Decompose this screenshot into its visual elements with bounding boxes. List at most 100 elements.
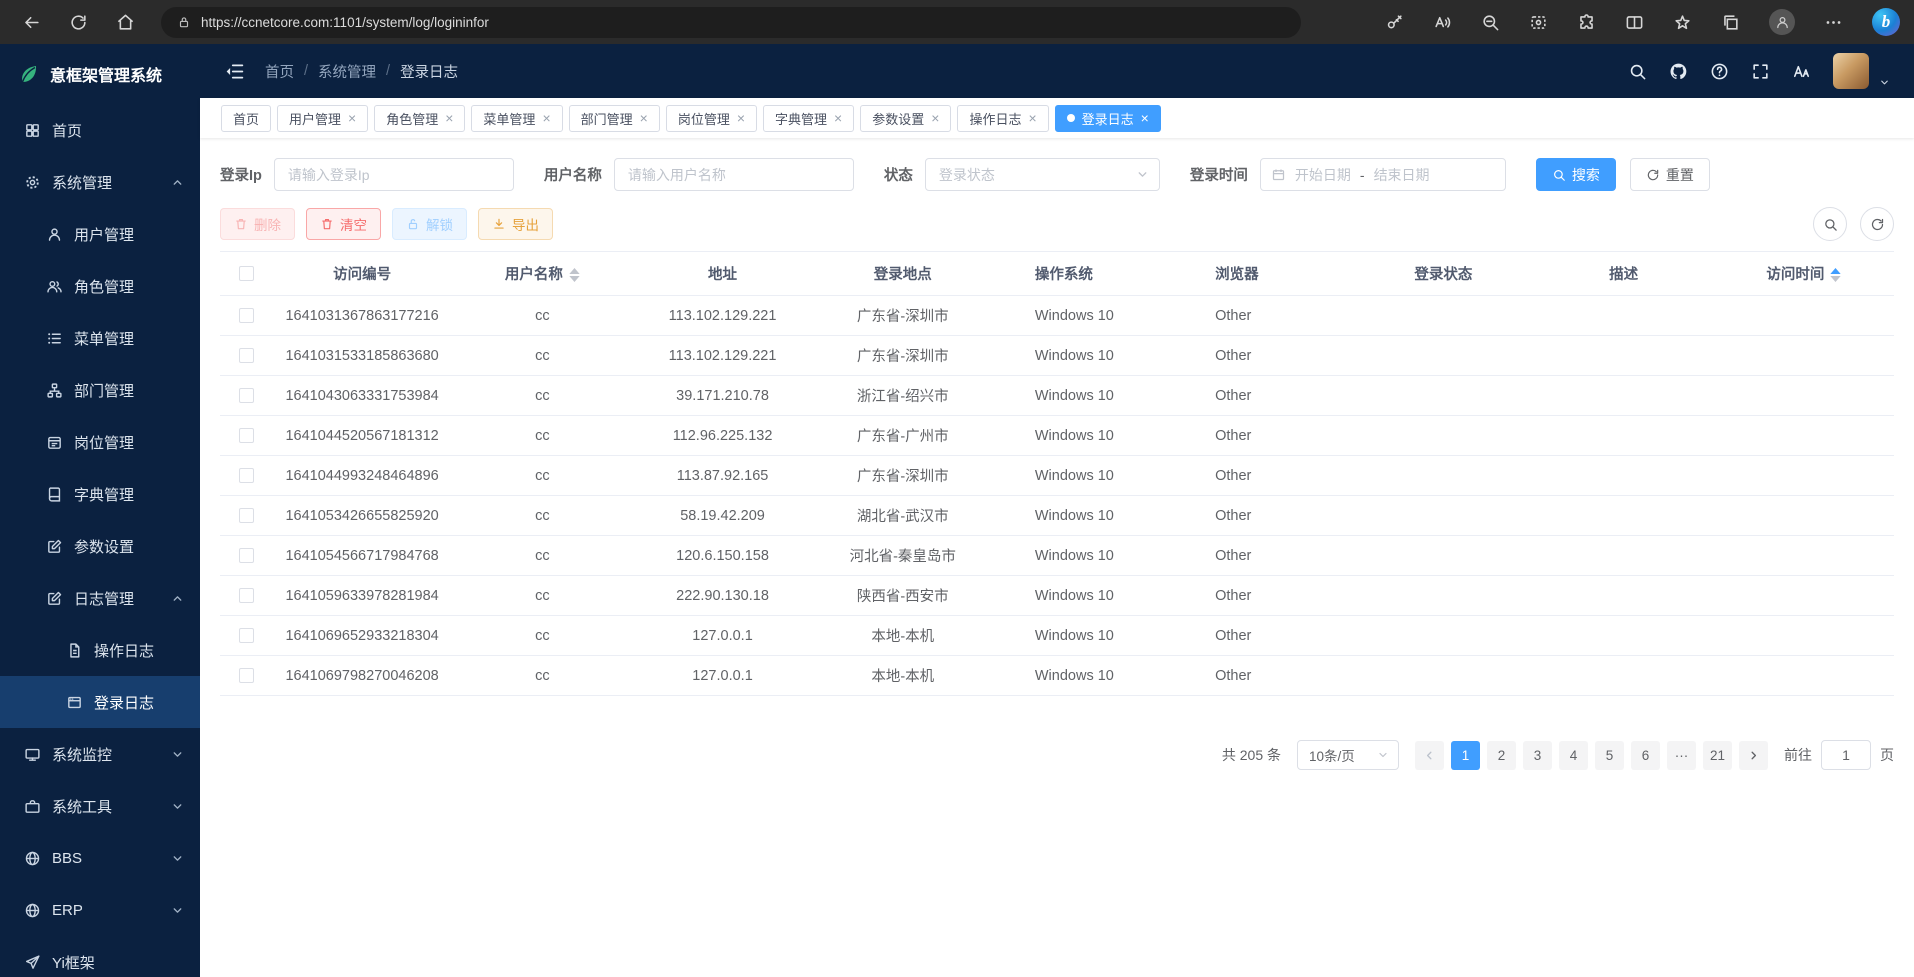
menu-fold-icon[interactable]	[224, 61, 245, 82]
sidebar-item-operation-log[interactable]: 操作日志	[0, 624, 200, 676]
sidebar-item-system-mgmt[interactable]: 系统管理	[0, 156, 200, 208]
header-username[interactable]: 用户名称	[452, 252, 632, 296]
breadcrumb-system[interactable]: 系统管理	[318, 61, 376, 82]
toggle-search-button[interactable]	[1813, 207, 1847, 241]
table-row[interactable]: 1641069798270046208 cc 127.0.0.1 本地-本机 W…	[220, 656, 1894, 696]
browser-menu-icon[interactable]	[1824, 13, 1843, 32]
breadcrumb-home[interactable]: 首页	[265, 61, 294, 82]
sidebar-item-erp[interactable]: ERP	[0, 884, 200, 936]
table-row[interactable]: 1641053426655825920 cc 58.19.42.209 湖北省-…	[220, 496, 1894, 536]
tab-parameters[interactable]: 参数设置	[860, 105, 951, 132]
prev-page-button[interactable]	[1415, 741, 1444, 770]
table-row[interactable]: 1641044993248464896 cc 113.87.92.165 广东省…	[220, 456, 1894, 496]
row-checkbox[interactable]	[239, 308, 254, 323]
tab-login-log[interactable]: 登录日志	[1055, 105, 1161, 132]
address-bar[interactable]: https://ccnetcore.com:1101/system/log/lo…	[161, 7, 1301, 38]
reload-icon[interactable]	[69, 13, 88, 32]
help-icon[interactable]	[1710, 62, 1729, 81]
export-button[interactable]: 导出	[478, 208, 553, 240]
github-icon[interactable]	[1669, 62, 1688, 81]
close-icon[interactable]	[640, 111, 648, 125]
table-row[interactable]: 1641043063331753984 cc 39.171.210.78 浙江省…	[220, 376, 1894, 416]
page-button-last[interactable]: 21	[1703, 741, 1732, 770]
sidebar-item-yi-framework[interactable]: Yi框架	[0, 936, 200, 977]
refresh-table-button[interactable]	[1860, 207, 1894, 241]
zoom-out-icon[interactable]	[1481, 13, 1500, 32]
user-avatar[interactable]	[1833, 53, 1869, 89]
table-row[interactable]: 1641069652933218304 cc 127.0.0.1 本地-本机 W…	[220, 616, 1894, 656]
tab-users[interactable]: 用户管理	[277, 105, 368, 132]
row-checkbox[interactable]	[239, 508, 254, 523]
goto-page-input[interactable]	[1821, 740, 1871, 770]
sidebar-item-param-settings[interactable]: 参数设置	[0, 520, 200, 572]
browser-home-icon[interactable]	[116, 13, 135, 32]
fullscreen-icon[interactable]	[1751, 62, 1770, 81]
unlock-button[interactable]: 解锁	[392, 208, 467, 240]
page-button-2[interactable]: 2	[1487, 741, 1516, 770]
tab-operation-log[interactable]: 操作日志	[957, 105, 1048, 132]
tab-departments[interactable]: 部门管理	[569, 105, 660, 132]
close-icon[interactable]	[737, 111, 745, 125]
extensions-icon[interactable]	[1577, 13, 1596, 32]
browser-profile-avatar[interactable]	[1769, 9, 1795, 35]
split-screen-icon[interactable]	[1625, 13, 1644, 32]
sidebar-item-dict-mgmt[interactable]: 字典管理	[0, 468, 200, 520]
sort-icons[interactable]	[1830, 268, 1841, 282]
close-icon[interactable]	[445, 111, 453, 125]
username-input[interactable]	[614, 158, 854, 191]
close-icon[interactable]	[542, 111, 550, 125]
close-icon[interactable]	[348, 111, 356, 125]
close-icon[interactable]	[834, 111, 842, 125]
header-visit-id[interactable]: 访问编号	[272, 252, 452, 296]
row-checkbox[interactable]	[239, 468, 254, 483]
page-button-4[interactable]: 4	[1559, 741, 1588, 770]
close-icon[interactable]	[1141, 111, 1149, 125]
clear-button[interactable]: 清空	[306, 208, 381, 240]
tab-positions[interactable]: 岗位管理	[666, 105, 757, 132]
close-icon[interactable]	[1028, 111, 1036, 125]
font-size-icon[interactable]	[1792, 62, 1811, 81]
date-range-picker[interactable]: 开始日期 - 结束日期	[1260, 158, 1506, 191]
page-size-select[interactable]: 10条/页	[1297, 740, 1399, 770]
page-button-5[interactable]: 5	[1595, 741, 1624, 770]
table-row[interactable]: 1641044520567181312 cc 112.96.225.132 广东…	[220, 416, 1894, 456]
page-button-1[interactable]: 1	[1451, 741, 1480, 770]
login-ip-input[interactable]	[274, 158, 514, 191]
delete-button[interactable]: 删除	[220, 208, 295, 240]
web-capture-icon[interactable]	[1529, 13, 1548, 32]
row-checkbox[interactable]	[239, 588, 254, 603]
close-icon[interactable]	[931, 111, 939, 125]
sidebar-item-log-mgmt[interactable]: 日志管理	[0, 572, 200, 624]
more-pages-button[interactable]: ···	[1667, 741, 1696, 770]
sidebar-item-post-mgmt[interactable]: 岗位管理	[0, 416, 200, 468]
sidebar-item-menu-mgmt[interactable]: 菜单管理	[0, 312, 200, 364]
row-checkbox[interactable]	[239, 668, 254, 683]
sidebar-item-bbs[interactable]: BBS	[0, 832, 200, 884]
table-row[interactable]: 1641031533185863680 cc 113.102.129.221 广…	[220, 336, 1894, 376]
status-select[interactable]: 登录状态	[925, 158, 1160, 191]
row-checkbox[interactable]	[239, 348, 254, 363]
next-page-button[interactable]	[1739, 741, 1768, 770]
row-checkbox[interactable]	[239, 388, 254, 403]
password-key-icon[interactable]	[1385, 13, 1404, 32]
row-checkbox[interactable]	[239, 428, 254, 443]
search-icon[interactable]	[1628, 62, 1647, 81]
sort-icons[interactable]	[569, 268, 580, 282]
sidebar-item-home[interactable]: 首页	[0, 104, 200, 156]
page-button-6[interactable]: 6	[1631, 741, 1660, 770]
header-visit-time[interactable]: 访问时间	[1714, 252, 1894, 296]
select-all-checkbox[interactable]	[239, 266, 254, 281]
sidebar-item-dept-mgmt[interactable]: 部门管理	[0, 364, 200, 416]
sidebar-item-login-log[interactable]: 登录日志	[0, 676, 200, 728]
table-row[interactable]: 1641031367863177216 cc 113.102.129.221 广…	[220, 296, 1894, 336]
sidebar-item-role-mgmt[interactable]: 角色管理	[0, 260, 200, 312]
table-row[interactable]: 1641054566717984768 cc 120.6.150.158 河北省…	[220, 536, 1894, 576]
table-row[interactable]: 1641059633978281984 cc 222.90.130.18 陕西省…	[220, 576, 1894, 616]
tab-menus[interactable]: 菜单管理	[471, 105, 562, 132]
reset-button[interactable]: 重置	[1630, 158, 1710, 191]
sidebar-item-user-mgmt[interactable]: 用户管理	[0, 208, 200, 260]
read-aloud-icon[interactable]	[1433, 13, 1452, 32]
collections-icon[interactable]	[1721, 13, 1740, 32]
tab-roles[interactable]: 角色管理	[374, 105, 465, 132]
favorites-icon[interactable]	[1673, 13, 1692, 32]
